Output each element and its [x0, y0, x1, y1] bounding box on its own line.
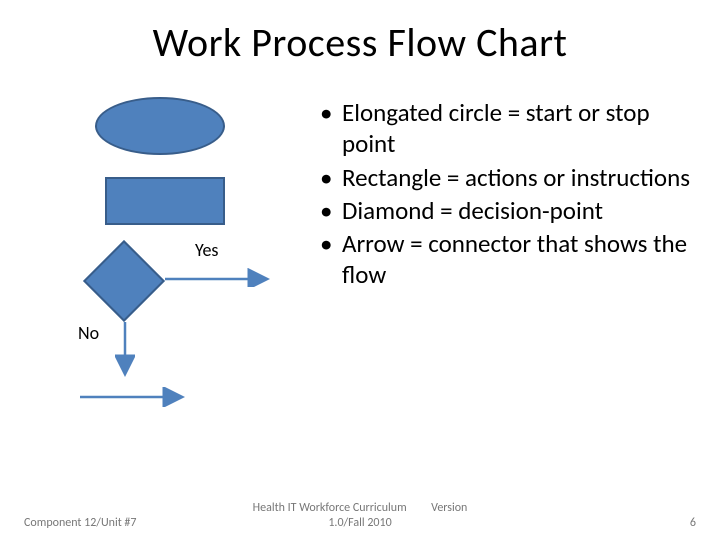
rectangle-shape — [105, 177, 225, 225]
list-item: Elongated circle = start or stop point — [320, 97, 700, 160]
ellipse-shape — [95, 97, 225, 155]
footer-left: Component 12/Unit #7 — [24, 516, 164, 530]
bullet-list: Elongated circle = start or stop point R… — [320, 97, 700, 291]
slide-title: Work Process Flow Chart — [0, 0, 720, 67]
footer-center-line2: 1.0/Fall 2010 — [328, 516, 391, 530]
yes-arrow-icon — [165, 267, 275, 287]
connector-arrow-icon — [80, 387, 190, 407]
footer-center: Health IT Workforce Curriculum Version 1… — [253, 501, 468, 530]
footer: Component 12/Unit #7 Health IT Workforce… — [0, 501, 720, 530]
bullets-column: Elongated circle = start or stop point R… — [310, 97, 700, 437]
shapes-column: Yes No — [20, 97, 310, 437]
list-item: Arrow = connector that shows the flow — [320, 228, 700, 291]
no-label: No — [78, 322, 99, 344]
footer-version: Version — [431, 501, 467, 515]
content-area: Yes No — [0, 97, 720, 437]
yes-label: Yes — [195, 239, 218, 261]
footer-page-number: 6 — [556, 516, 696, 530]
list-item: Diamond = decision-point — [320, 195, 700, 226]
footer-center-line1: Health IT Workforce Curriculum — [253, 501, 407, 515]
no-arrow-icon — [115, 322, 135, 382]
diamond-shape — [83, 240, 165, 322]
list-item: Rectangle = actions or instructions — [320, 162, 700, 193]
